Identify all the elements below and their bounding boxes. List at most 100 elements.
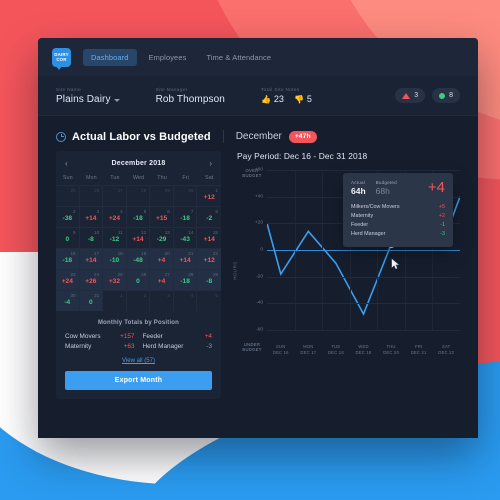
x-axis-tick: WED DEC 19: [350, 344, 378, 360]
calendar-day-cell[interactable]: 5 -18: [126, 206, 151, 227]
calendar-day-cell[interactable]: 25: [56, 185, 80, 206]
calendar-next-button[interactable]: ›: [209, 159, 212, 168]
calendar-day-value: +14: [132, 236, 144, 243]
site-name-selector[interactable]: Plains Dairy: [56, 94, 120, 105]
calendar-day-cell[interactable]: 15 +14: [197, 227, 221, 248]
calendar-prev-button[interactable]: ‹: [65, 159, 68, 168]
calendar-day-cell[interactable]: 27 +4: [150, 269, 174, 290]
calendar-day-cell[interactable]: 27: [103, 185, 127, 206]
notes-positive[interactable]: 👍 23: [261, 94, 284, 104]
calendar-day-cell[interactable]: 26: [79, 185, 104, 206]
export-month-button[interactable]: Export Month: [65, 371, 212, 390]
calendar-day-cell[interactable]: 1 +12: [197, 185, 221, 206]
calendar-day-number: 2: [143, 293, 147, 298]
nav-item-employees[interactable]: Employees: [141, 49, 195, 66]
site-name-field: Site Name Plains Dairy: [56, 87, 120, 105]
calendar-day-cell[interactable]: 12 +14: [126, 227, 151, 248]
calendar-day-cell[interactable]: 4 +24: [103, 206, 127, 227]
calendar-day-cell[interactable]: 14 -43: [173, 227, 198, 248]
calendar-day-cell[interactable]: 3: [150, 290, 174, 311]
calendar-day-cell[interactable]: 21 +14: [173, 248, 198, 269]
main-nav: Dashboard Employees Time & Attendance: [83, 48, 279, 66]
calendar-day-value: +15: [155, 215, 168, 222]
chart-gridline: [267, 276, 460, 278]
calendar-day-cell[interactable]: 2: [126, 290, 151, 311]
calendar-day-number: 28: [141, 188, 147, 193]
nav-item-time-attendance[interactable]: Time & Attendance: [198, 49, 279, 66]
calendar-day-cell[interactable]: 7 -18: [173, 206, 198, 227]
calendar-title: December 2018: [111, 160, 166, 167]
calendar-day-cell[interactable]: 24 +26: [79, 269, 104, 290]
tooltip-budgeted-value: 68h: [375, 186, 390, 196]
under-budget-label: UNDER BUDGET: [242, 342, 262, 352]
view-all-link[interactable]: View all (57): [56, 350, 221, 371]
tooltip-actual: Actual 64h: [351, 180, 366, 196]
calendar-day-cell[interactable]: 30 -4: [56, 290, 80, 311]
tooltip-budgeted-label: Budgeted: [375, 180, 397, 185]
app-window: DAIRY COR Dashboard Employees Time & Att…: [38, 38, 478, 438]
calendar-day-cell[interactable]: 28 -18: [173, 269, 198, 290]
calendar-day-cell[interactable]: 2 -38: [56, 206, 80, 227]
calendar-day-cell[interactable]: 25 +32: [103, 269, 127, 290]
x-axis-tick: THU DEC 20: [377, 344, 405, 360]
chart-panel: Pay Period: Dec 16 - Dec 31 2018 HOURS O…: [233, 151, 460, 399]
month-label[interactable]: December: [236, 131, 282, 142]
calendar-day-cell[interactable]: 13 -29: [150, 227, 174, 248]
y-axis-tick: +20: [254, 220, 263, 226]
notes-negative[interactable]: 👎 5: [294, 94, 312, 104]
mouse-cursor-icon: [391, 258, 400, 270]
calendar-day-value: +14: [85, 257, 97, 264]
y-axis-tick: -60: [256, 327, 263, 333]
x-tick-date: DEC 21: [410, 350, 427, 355]
calendar-day-cell[interactable]: 29 -8: [197, 269, 221, 290]
alert-badge[interactable]: 3: [395, 88, 426, 103]
calendar-day-cell[interactable]: 16 -18: [56, 248, 80, 269]
calendar-day-number: 26: [141, 272, 147, 277]
calendar-day-cell[interactable]: 29: [150, 185, 174, 206]
dairycor-logo-icon[interactable]: DAIRY COR: [52, 47, 71, 70]
calendar-day-cell[interactable]: 23 +24: [56, 269, 80, 290]
calendar-day-cell[interactable]: 20 +4: [150, 248, 174, 269]
calendar-day-number: 28: [188, 272, 194, 277]
calendar-day-cell[interactable]: 4: [173, 290, 198, 311]
calendar-day-cell[interactable]: 30: [173, 185, 198, 206]
calendar-day-cell[interactable]: 3 +14: [79, 206, 104, 227]
calendar-day-headers: Sun Mon Tue Wed Thu Fri Sat: [56, 175, 221, 185]
calendar-day-cell[interactable]: 11 -12: [103, 227, 127, 248]
y-axis-tick: 0: [260, 247, 263, 253]
calendar-day-number: 7: [190, 209, 194, 214]
notes-up-count: 23: [273, 94, 284, 104]
chart-gridline: [267, 170, 460, 171]
site-notes-counts: 👍 23 👎 5: [261, 94, 312, 104]
calendar-day-value: -43: [180, 236, 190, 243]
calendar-day-cell[interactable]: 31 0: [79, 290, 104, 311]
calendar-day-cell[interactable]: 10 -8: [79, 227, 104, 248]
calendar-day-cell[interactable]: 90: [56, 227, 80, 248]
calendar-day-cell[interactable]: 19 -48: [126, 248, 151, 269]
calendar-day-cell[interactable]: 17 +14: [79, 248, 104, 269]
calendar-day-cell[interactable]: 5: [197, 290, 221, 311]
nav-item-dashboard[interactable]: Dashboard: [83, 48, 137, 66]
section-header: Actual Labor vs Budgeted December +47h: [38, 116, 478, 151]
calendar-day-cell[interactable]: 28: [126, 185, 151, 206]
y-axis-tick: +40: [254, 194, 263, 200]
ok-badge[interactable]: 8: [432, 88, 460, 103]
calendar-day-cell[interactable]: 1: [103, 290, 127, 311]
calendar-day-number: 26: [94, 188, 100, 193]
tooltip-row-value: +5: [438, 203, 445, 210]
total-value: +4: [204, 333, 212, 340]
page-title: Actual Labor vs Budgeted: [72, 130, 211, 143]
calendar-day-value: -8: [206, 278, 213, 285]
tooltip-row-name: Maternity: [351, 212, 374, 219]
dow-fri: Fri: [182, 175, 189, 181]
calendar-day-cell[interactable]: 18 -10: [103, 248, 127, 269]
dashboard-content: ‹ December 2018 › Sun Mon Tue Wed Thu Fr…: [38, 151, 478, 399]
calendar-day-cell[interactable]: 26 0: [126, 269, 151, 290]
title-divider: [222, 130, 224, 143]
calendar-day-cell[interactable]: 8 -2: [197, 206, 221, 227]
calendar-day-cell[interactable]: 6 +15: [150, 206, 174, 227]
calendar-day-cell[interactable]: 22 +12: [197, 248, 221, 269]
calendar-day-number: 3: [96, 209, 100, 214]
chart-x-axis: SUN DEC 16 MON DEC 17 TUE DEC 18 WED DEC 19 THU D…: [267, 344, 460, 360]
calendar-day-value: 0: [89, 299, 93, 306]
